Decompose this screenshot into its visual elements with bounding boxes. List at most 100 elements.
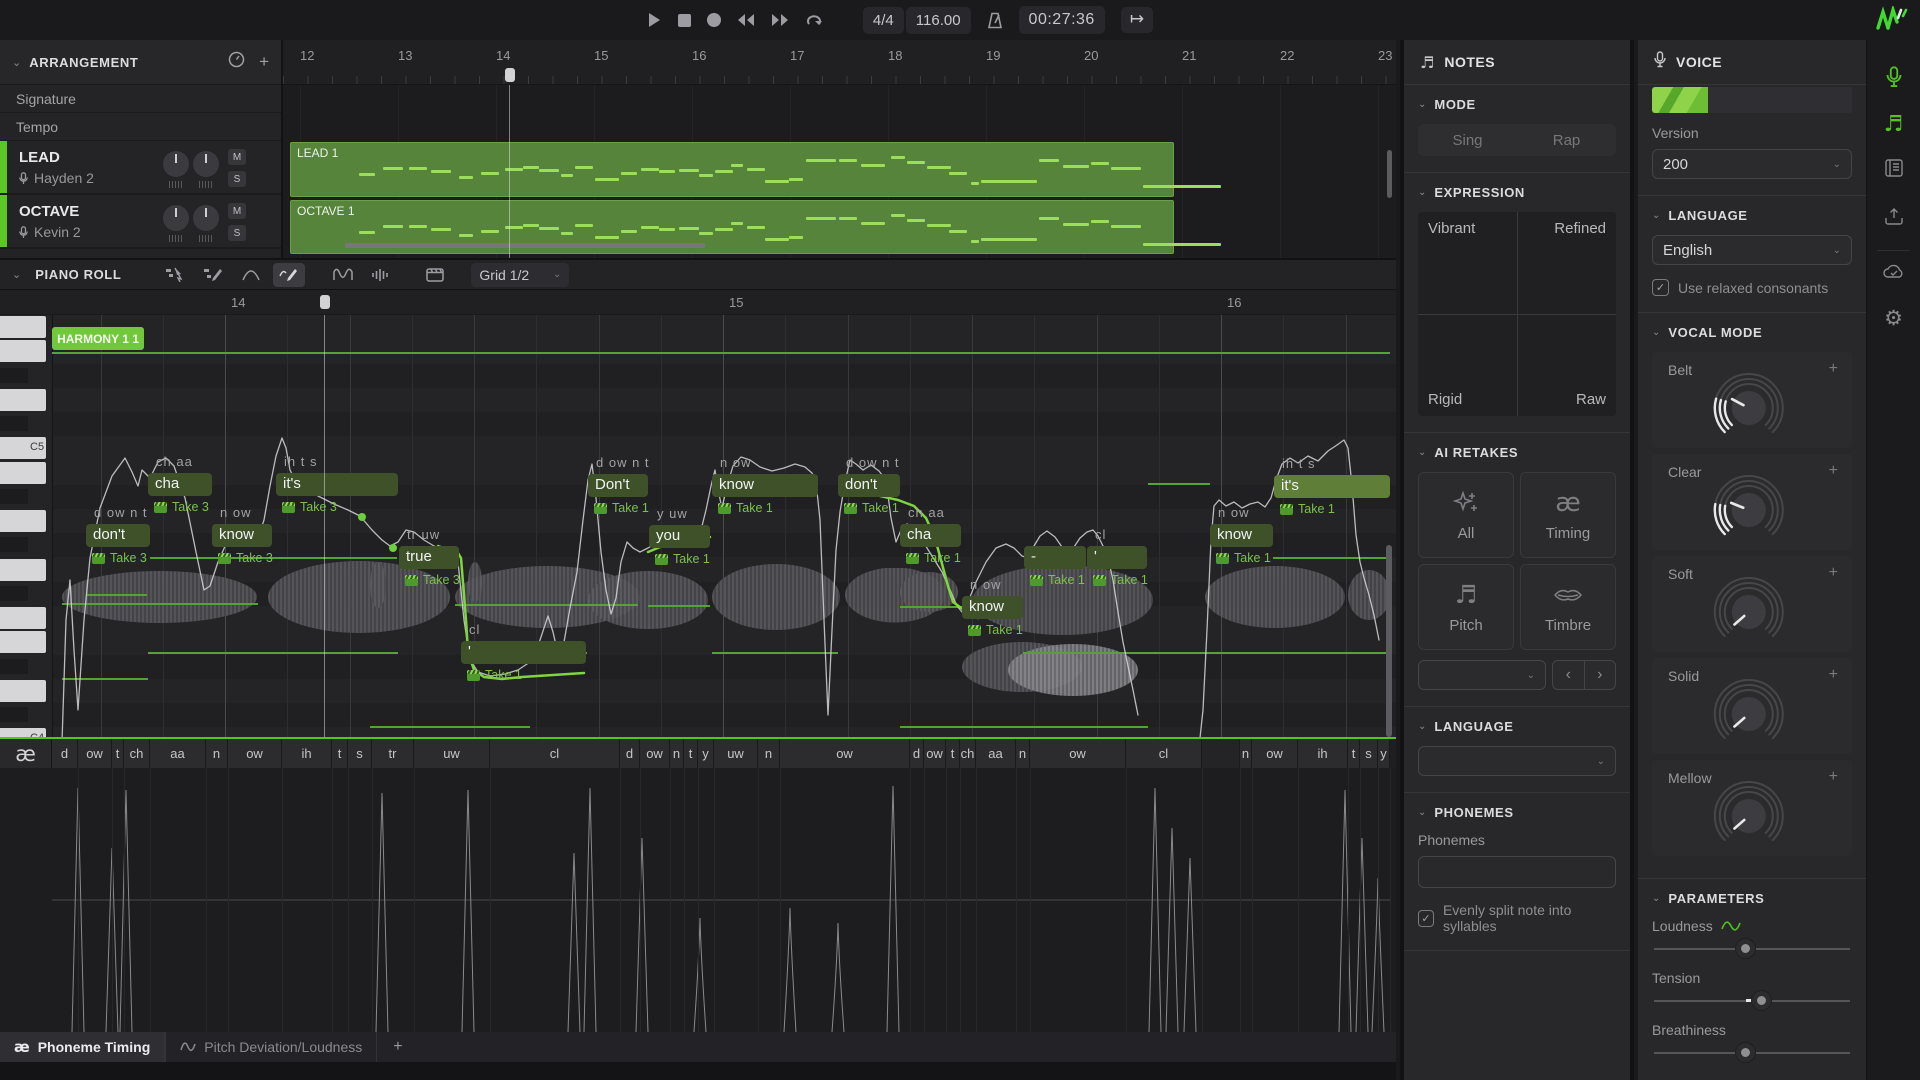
piano-roll-scrollbar[interactable] xyxy=(1386,545,1392,737)
phoneme-segment[interactable]: t xyxy=(112,739,124,768)
note[interactable]: Don't xyxy=(588,474,648,497)
arrangement-ruler[interactable]: 121314151617181920212223 xyxy=(283,40,1396,85)
vocal-mode-knob[interactable] xyxy=(1709,776,1789,856)
clip-lead-1[interactable]: LEAD 1 xyxy=(290,142,1174,197)
phoneme-segment[interactable]: n xyxy=(670,739,684,768)
phoneme-segment[interactable]: ow xyxy=(640,739,670,768)
phoneme-segment[interactable]: d xyxy=(620,739,640,768)
phoneme-timing-spike[interactable] xyxy=(376,793,388,1032)
ruler-bar-number[interactable]: 12 xyxy=(300,48,314,63)
retake-pitch-button[interactable]: ♬ Pitch xyxy=(1418,564,1514,650)
phoneme-segment[interactable]: n xyxy=(758,739,780,768)
metronome-icon[interactable] xyxy=(987,12,1003,29)
expression-xy-pad[interactable]: Vibrant Refined Rigid Raw xyxy=(1418,212,1616,416)
piano-key-white[interactable] xyxy=(0,510,46,532)
vocal-mode-knob[interactable] xyxy=(1709,470,1789,550)
solo-button[interactable]: S xyxy=(228,225,246,241)
add-automation-button[interactable]: + xyxy=(1829,360,1838,378)
piano-key-white[interactable] xyxy=(0,680,46,702)
playhead-marker[interactable] xyxy=(505,68,515,82)
note[interactable]: cha xyxy=(148,473,212,496)
ruler-bar-number[interactable]: 22 xyxy=(1280,48,1294,63)
add-tab-button[interactable]: + xyxy=(377,1038,418,1056)
phoneme-segment[interactable]: t xyxy=(684,739,698,768)
ruler-bar-number[interactable]: 23 xyxy=(1378,48,1392,63)
track-volume-knob[interactable] xyxy=(163,151,189,177)
phoneme-timing-spike[interactable] xyxy=(887,786,899,1032)
note-phoneme-label[interactable]: n ow xyxy=(1218,505,1249,520)
settings-gear-icon[interactable]: ⚙ xyxy=(1884,306,1903,331)
stop-button[interactable] xyxy=(678,14,691,27)
piano-key-white[interactable] xyxy=(0,559,46,581)
track-pan-knob[interactable] xyxy=(193,205,219,231)
phoneme-segment[interactable]: ow xyxy=(780,739,910,768)
note-phoneme-label[interactable]: d ow n t xyxy=(94,505,148,520)
select-tool-button[interactable] xyxy=(159,263,191,287)
add-automation-button[interactable]: + xyxy=(1829,462,1838,480)
phoneme-segment[interactable]: t xyxy=(1348,739,1360,768)
take-badge[interactable]: Take 1 xyxy=(1216,551,1271,565)
phoneme-segment[interactable]: n xyxy=(1016,739,1030,768)
tempo-row[interactable]: Tempo xyxy=(0,113,281,141)
solo-button[interactable]: S xyxy=(228,171,246,187)
go-to-end-button[interactable]: ↦ xyxy=(1121,7,1153,33)
track-pan-knob[interactable] xyxy=(193,151,219,177)
rewind-button[interactable] xyxy=(737,13,755,27)
note[interactable]: you xyxy=(649,525,710,548)
phoneme-segment[interactable]: ow xyxy=(78,739,112,768)
ruler-bar-number[interactable]: 19 xyxy=(986,48,1000,63)
add-automation-button[interactable]: + xyxy=(1829,564,1838,582)
note[interactable]: it's xyxy=(276,473,398,496)
piano-key-black[interactable] xyxy=(0,586,28,601)
chevron-down-icon[interactable]: ⌄ xyxy=(1652,893,1660,904)
chevron-down-icon[interactable]: ⌄ xyxy=(1652,210,1660,221)
phoneme-segment[interactable]: d xyxy=(52,739,78,768)
ruler-bar-number[interactable]: 13 xyxy=(398,48,412,63)
tab-pitch-deviation[interactable]: Pitch Deviation/Loudness xyxy=(165,1032,377,1062)
take-badge[interactable]: Take 1 xyxy=(655,552,710,566)
tempo-map-icon[interactable] xyxy=(228,51,245,73)
take-badge[interactable]: Take 3 xyxy=(218,551,273,565)
draw-tool-button[interactable] xyxy=(197,263,229,287)
piano-key-black[interactable] xyxy=(0,489,28,504)
piano-key-black[interactable] xyxy=(0,537,28,552)
loop-region-bar[interactable] xyxy=(345,243,705,248)
parameter-slider[interactable] xyxy=(1654,1000,1850,1002)
chevron-down-icon[interactable]: ⌄ xyxy=(1418,721,1426,732)
fast-forward-button[interactable] xyxy=(771,13,789,27)
pitch-curve-view-button[interactable] xyxy=(327,263,359,287)
ruler-bar-number[interactable]: 17 xyxy=(790,48,804,63)
ruler-bar-number[interactable]: 18 xyxy=(888,48,902,63)
cloud-sync-icon[interactable] xyxy=(1883,262,1905,279)
phoneme-segment[interactable]: n xyxy=(1240,739,1252,768)
note-phoneme-label[interactable]: y uw xyxy=(657,506,688,521)
phoneme-segment[interactable]: y xyxy=(1378,739,1390,768)
loudness-view-button[interactable] xyxy=(365,263,397,287)
vocal-mode-knob[interactable] xyxy=(1709,368,1789,448)
phoneme-segment[interactable]: uw xyxy=(714,739,758,768)
phoneme-segment[interactable]: ih xyxy=(1298,739,1348,768)
phoneme-segment[interactable]: ch xyxy=(960,739,976,768)
piano-key-white[interactable] xyxy=(0,607,46,629)
arrangement-clips-area[interactable]: LEAD 1 OCTAVE 1 xyxy=(283,85,1396,258)
app-logo-icon[interactable] xyxy=(1876,6,1908,39)
note[interactable]: don't xyxy=(86,524,150,547)
phoneme-timing-spike[interactable] xyxy=(694,918,706,1032)
piano-roll-collapse-chevron-icon[interactable]: ⌄ xyxy=(12,268,21,281)
vocal-mode-knob[interactable] xyxy=(1709,572,1789,652)
take-badge[interactable]: Take 1 xyxy=(594,501,649,515)
phoneme-timing-spike[interactable] xyxy=(636,838,648,1032)
parameter-slider[interactable] xyxy=(1654,1052,1850,1054)
take-badge[interactable]: Take 1 xyxy=(844,501,899,515)
piano-key-white[interactable] xyxy=(0,462,46,484)
phoneme-segment[interactable]: s xyxy=(348,739,372,768)
mute-button[interactable]: M xyxy=(228,149,246,165)
take-badge[interactable]: Take 1 xyxy=(1030,573,1085,587)
note-language-select[interactable]: ⌄ xyxy=(1418,746,1616,776)
parameter-slider[interactable] xyxy=(1654,948,1850,950)
note-phoneme-label[interactable]: n ow xyxy=(720,455,751,470)
chevron-down-icon[interactable]: ⌄ xyxy=(1418,99,1426,110)
note-phoneme-label[interactable]: cl xyxy=(469,622,480,637)
piano-key-black[interactable] xyxy=(0,707,28,722)
take-badge[interactable]: Take 1 xyxy=(718,501,773,515)
